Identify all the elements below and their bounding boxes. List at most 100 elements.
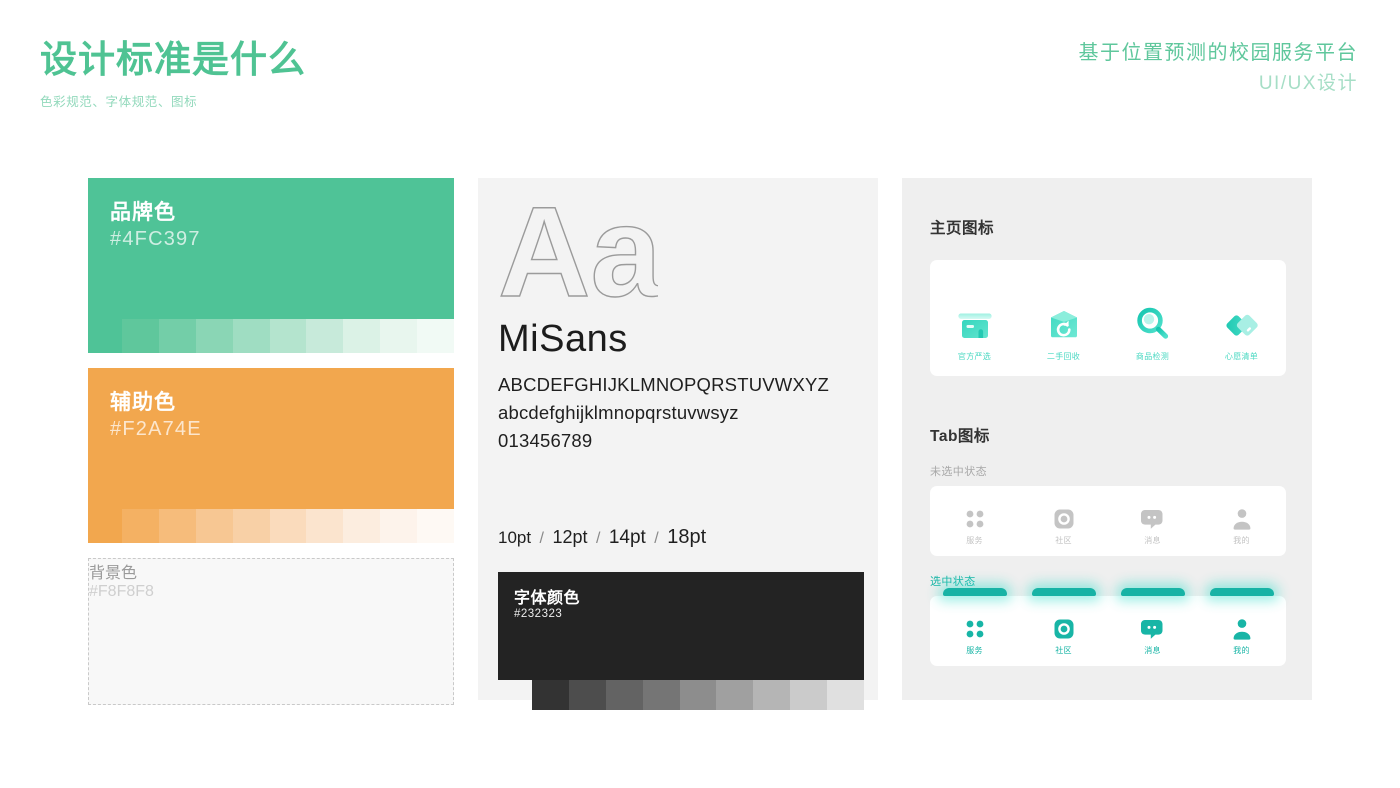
tint-step — [306, 509, 344, 543]
tab-label: 消息 — [1144, 646, 1161, 655]
tint-step — [827, 680, 865, 710]
tab-active-indicator — [942, 588, 1007, 596]
home-icon-label: 商品检测 — [1135, 352, 1170, 361]
typography-specs-column: Aa MiSans ABCDEFGHIJKLMNOPQRSTUVWXYZ abc… — [478, 178, 878, 710]
tint-step — [269, 509, 307, 543]
tint-step — [232, 319, 270, 353]
tint-step — [343, 319, 381, 353]
tab-active-indicator — [1031, 588, 1096, 596]
home-icon-label: 心愿清单 — [1224, 352, 1259, 361]
recycle-box-icon — [1050, 311, 1077, 338]
chat-bubble-icon — [1140, 510, 1162, 529]
background-color-swatch: 背景色 #F8F8F8 — [88, 558, 454, 705]
page-header-left: 设计标准是什么 色彩规范、字体规范、图标 — [40, 38, 306, 110]
home-icons-card: 官方严选 二手回收 商品检测 心愿清单 — [930, 260, 1286, 376]
font-size-18pt: 18pt — [667, 526, 707, 548]
text-color-swatch: 字体颜色 #232323 — [498, 572, 865, 710]
tint-step — [306, 319, 344, 353]
project-name: 基于位置预测的校园服务平台 — [1078, 42, 1358, 64]
tab-active-indicator — [1120, 588, 1185, 596]
tab-item-unselected[interactable]: 服务 — [930, 486, 1019, 546]
aa-outline-icon: Aa — [497, 180, 663, 324]
assist-color-label: 辅助色 — [110, 391, 176, 414]
aperture-icon — [1054, 509, 1073, 529]
tab-item-selected[interactable]: 消息 — [1108, 588, 1197, 656]
brand-tint-strip — [122, 319, 455, 353]
tint-step — [417, 509, 455, 543]
tint-step — [532, 680, 569, 710]
tab-item-selected[interactable]: 服务 — [930, 588, 1019, 656]
tint-step — [195, 509, 233, 543]
specimen-uppercase: ABCDEFGHIJKLMNOPQRSTUVWXYZ — [498, 374, 830, 395]
page-title: 设计标准是什么 — [40, 39, 306, 80]
tint-step — [417, 319, 455, 353]
text-color-label: 字体颜色 — [514, 590, 581, 607]
page-subtitle: 色彩规范、字体规范、图标 — [40, 94, 198, 109]
grid-dots-icon — [966, 510, 983, 528]
assist-tint-strip — [122, 509, 455, 543]
font-specimen: ABCDEFGHIJKLMNOPQRSTUVWXYZ abcdefghijklm… — [498, 374, 829, 458]
aperture-icon — [1054, 619, 1073, 639]
tab-label: 我的 — [1233, 536, 1250, 545]
tint-step — [753, 680, 791, 710]
home-icon-item[interactable]: 商品检测 — [1108, 260, 1197, 362]
tab-icons-unselected-card: 服务 社区 消息 我的 — [930, 486, 1286, 556]
page-header-right: 基于位置预测的校园服务平台 UI/UX设计 — [1079, 38, 1359, 99]
font-size-12pt: 12pt — [552, 527, 588, 547]
home-icon-item[interactable]: 二手回收 — [1019, 260, 1108, 362]
background-color-label: 背景色 — [89, 565, 138, 582]
size-separator-3: / — [654, 530, 659, 547]
font-glyph-sample: Aa — [497, 180, 663, 324]
svg-text:Aa: Aa — [498, 200, 658, 312]
tab-item-selected[interactable]: 我的 — [1197, 588, 1286, 656]
tab-item-unselected[interactable]: 消息 — [1108, 486, 1197, 546]
wishlist-cards-icon — [1225, 314, 1258, 336]
text-color-hex: #232323 — [514, 608, 563, 620]
tint-step — [158, 509, 196, 543]
home-icon-item[interactable]: 心愿清单 — [1197, 260, 1286, 362]
tab-active-indicator — [1209, 588, 1274, 596]
tab-label: 社区 — [1055, 646, 1072, 655]
tint-step — [716, 680, 754, 710]
font-size-14pt: 14pt — [608, 527, 646, 548]
tint-step — [642, 680, 680, 710]
tint-step — [122, 509, 159, 543]
selected-state-label: 选中状态 — [930, 576, 976, 588]
tab-item-selected[interactable]: 社区 — [1019, 588, 1108, 656]
home-icon-item[interactable]: 官方严选 — [930, 260, 1019, 362]
color-specs-column: 品牌色 #4FC397 辅助色 #F2A74E 背景色 #F8F8F8 — [88, 178, 455, 705]
icon-specs-column: 主页图标 官方严选 二手回收 商品检测 心愿清单 Tab图标 未选中状态 服务 … — [902, 178, 1312, 700]
font-size-scale: 10pt / 12pt / 14pt / 18pt — [498, 526, 706, 549]
person-icon — [1233, 619, 1250, 640]
unselected-state-label: 未选中状态 — [930, 466, 987, 478]
tint-step — [790, 680, 828, 710]
font-family-name: MiSans — [498, 318, 628, 360]
tab-label: 服务 — [966, 536, 983, 545]
brand-color-swatch: 品牌色 #4FC397 — [88, 178, 455, 353]
project-discipline: UI/UX设计 — [1258, 73, 1358, 94]
tint-step — [158, 319, 196, 353]
tint-step — [269, 319, 307, 353]
tint-step — [195, 319, 233, 353]
specimen-lowercase: abcdefghijklmnopqrstuvwsyz — [498, 402, 739, 423]
background-color-hex: #F8F8F8 — [89, 583, 154, 600]
brand-color-label: 品牌色 — [110, 201, 176, 224]
assist-color-swatch: 辅助色 #F2A74E — [88, 368, 455, 543]
home-icon-label: 官方严选 — [957, 352, 992, 361]
storefront-icon — [957, 313, 992, 338]
tab-icons-section-title: Tab图标 — [930, 428, 990, 445]
person-icon — [1233, 509, 1250, 530]
font-size-10pt: 10pt — [498, 528, 532, 547]
tab-icons-selected-card: 服务 社区 消息 我的 — [930, 588, 1286, 666]
text-tint-strip — [532, 680, 865, 710]
tint-step — [232, 509, 270, 543]
tab-label: 服务 — [966, 646, 983, 655]
size-separator-2: / — [595, 530, 601, 547]
home-icon-label: 二手回收 — [1046, 352, 1081, 361]
tab-label: 我的 — [1233, 646, 1250, 655]
tab-label: 消息 — [1144, 536, 1161, 545]
tab-label: 社区 — [1055, 536, 1072, 545]
tint-step — [343, 509, 381, 543]
tab-item-unselected[interactable]: 我的 — [1197, 486, 1286, 546]
tab-item-unselected[interactable]: 社区 — [1019, 486, 1108, 546]
